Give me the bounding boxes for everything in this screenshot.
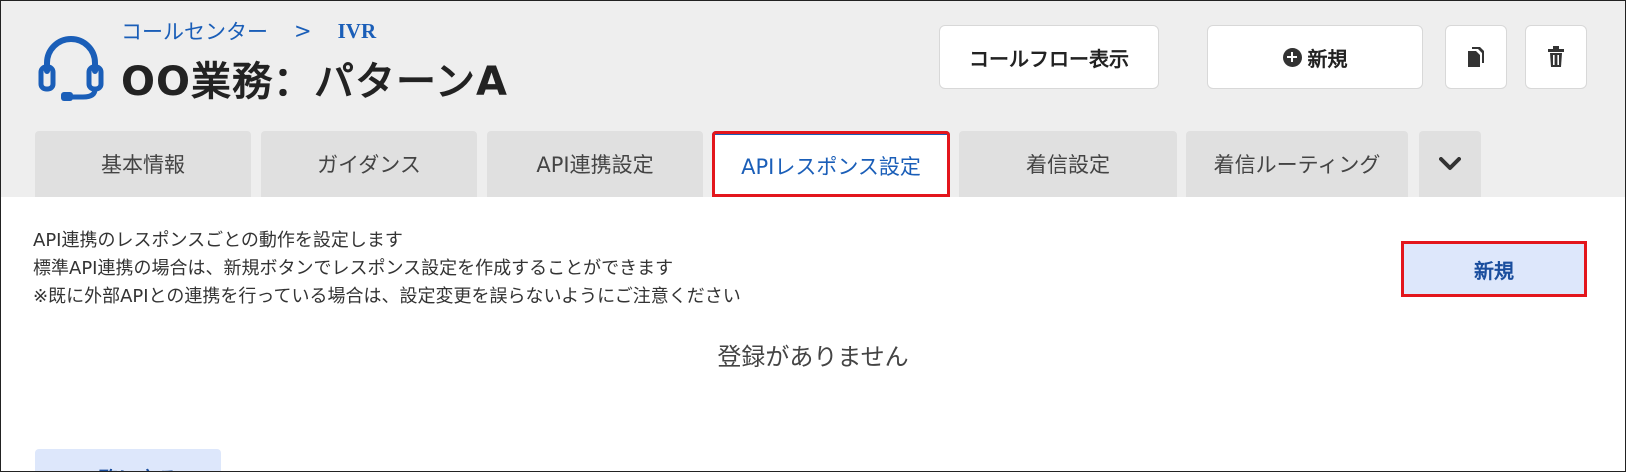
breadcrumb-item-ivr[interactable]: IVR <box>338 19 377 44</box>
new-response-button[interactable]: 新規 <box>1401 241 1587 297</box>
copy-button[interactable] <box>1445 25 1507 89</box>
new-button-header[interactable]: 新規 <box>1207 25 1423 89</box>
tab-guidance[interactable]: ガイダンス <box>261 131 477 197</box>
plus-circle-icon <box>1282 47 1302 67</box>
new-button-header-label: 新規 <box>1307 46 1348 71</box>
breadcrumb: コールセンター > IVR <box>121 17 376 45</box>
breadcrumb-item-callcenter[interactable]: コールセンター <box>121 16 268 46</box>
breadcrumb-separator: > <box>294 19 312 43</box>
delete-button[interactable] <box>1525 25 1587 89</box>
tab-api-integration[interactable]: API連携設定 <box>487 131 703 197</box>
back-to-list-button[interactable]: 一覧に戻る <box>35 449 221 471</box>
tab-api-response[interactable]: APIレスポンス設定 <box>712 131 950 197</box>
description-line: 標準API連携の場合は、新規ボタンでレスポンス設定を作成することができます <box>33 258 674 279</box>
headset-icon <box>38 36 104 101</box>
trash-icon <box>1548 46 1564 67</box>
callflow-button[interactable]: コールフロー表示 <box>939 25 1159 89</box>
tab-incoming-routing[interactable]: 着信ルーティング <box>1186 131 1408 197</box>
copy-icon <box>1468 47 1484 67</box>
app-frame: コールセンター > IVR OO業務：パターンA コールフロー表示 新規 基本情… <box>0 0 1626 472</box>
chevron-down-icon <box>1439 157 1461 170</box>
description-line: API連携のレスポンスごとの動作を設定します <box>33 230 403 251</box>
empty-message: 登録がありません <box>717 343 909 371</box>
page-header: コールセンター > IVR OO業務：パターンA コールフロー表示 新規 基本情… <box>1 1 1625 197</box>
page-title: OO業務：パターンA <box>121 59 508 105</box>
tab-incoming-settings[interactable]: 着信設定 <box>959 131 1177 197</box>
description: API連携のレスポンスごとの動作を設定します 標準API連携の場合は、新規ボタン… <box>33 227 741 311</box>
description-line: ※既に外部APIとの連携を行っている場合は、設定変更を誤らないようにご注意くださ… <box>33 286 741 307</box>
tab-more-button[interactable] <box>1419 131 1481 197</box>
tab-basic-info[interactable]: 基本情報 <box>35 131 251 197</box>
